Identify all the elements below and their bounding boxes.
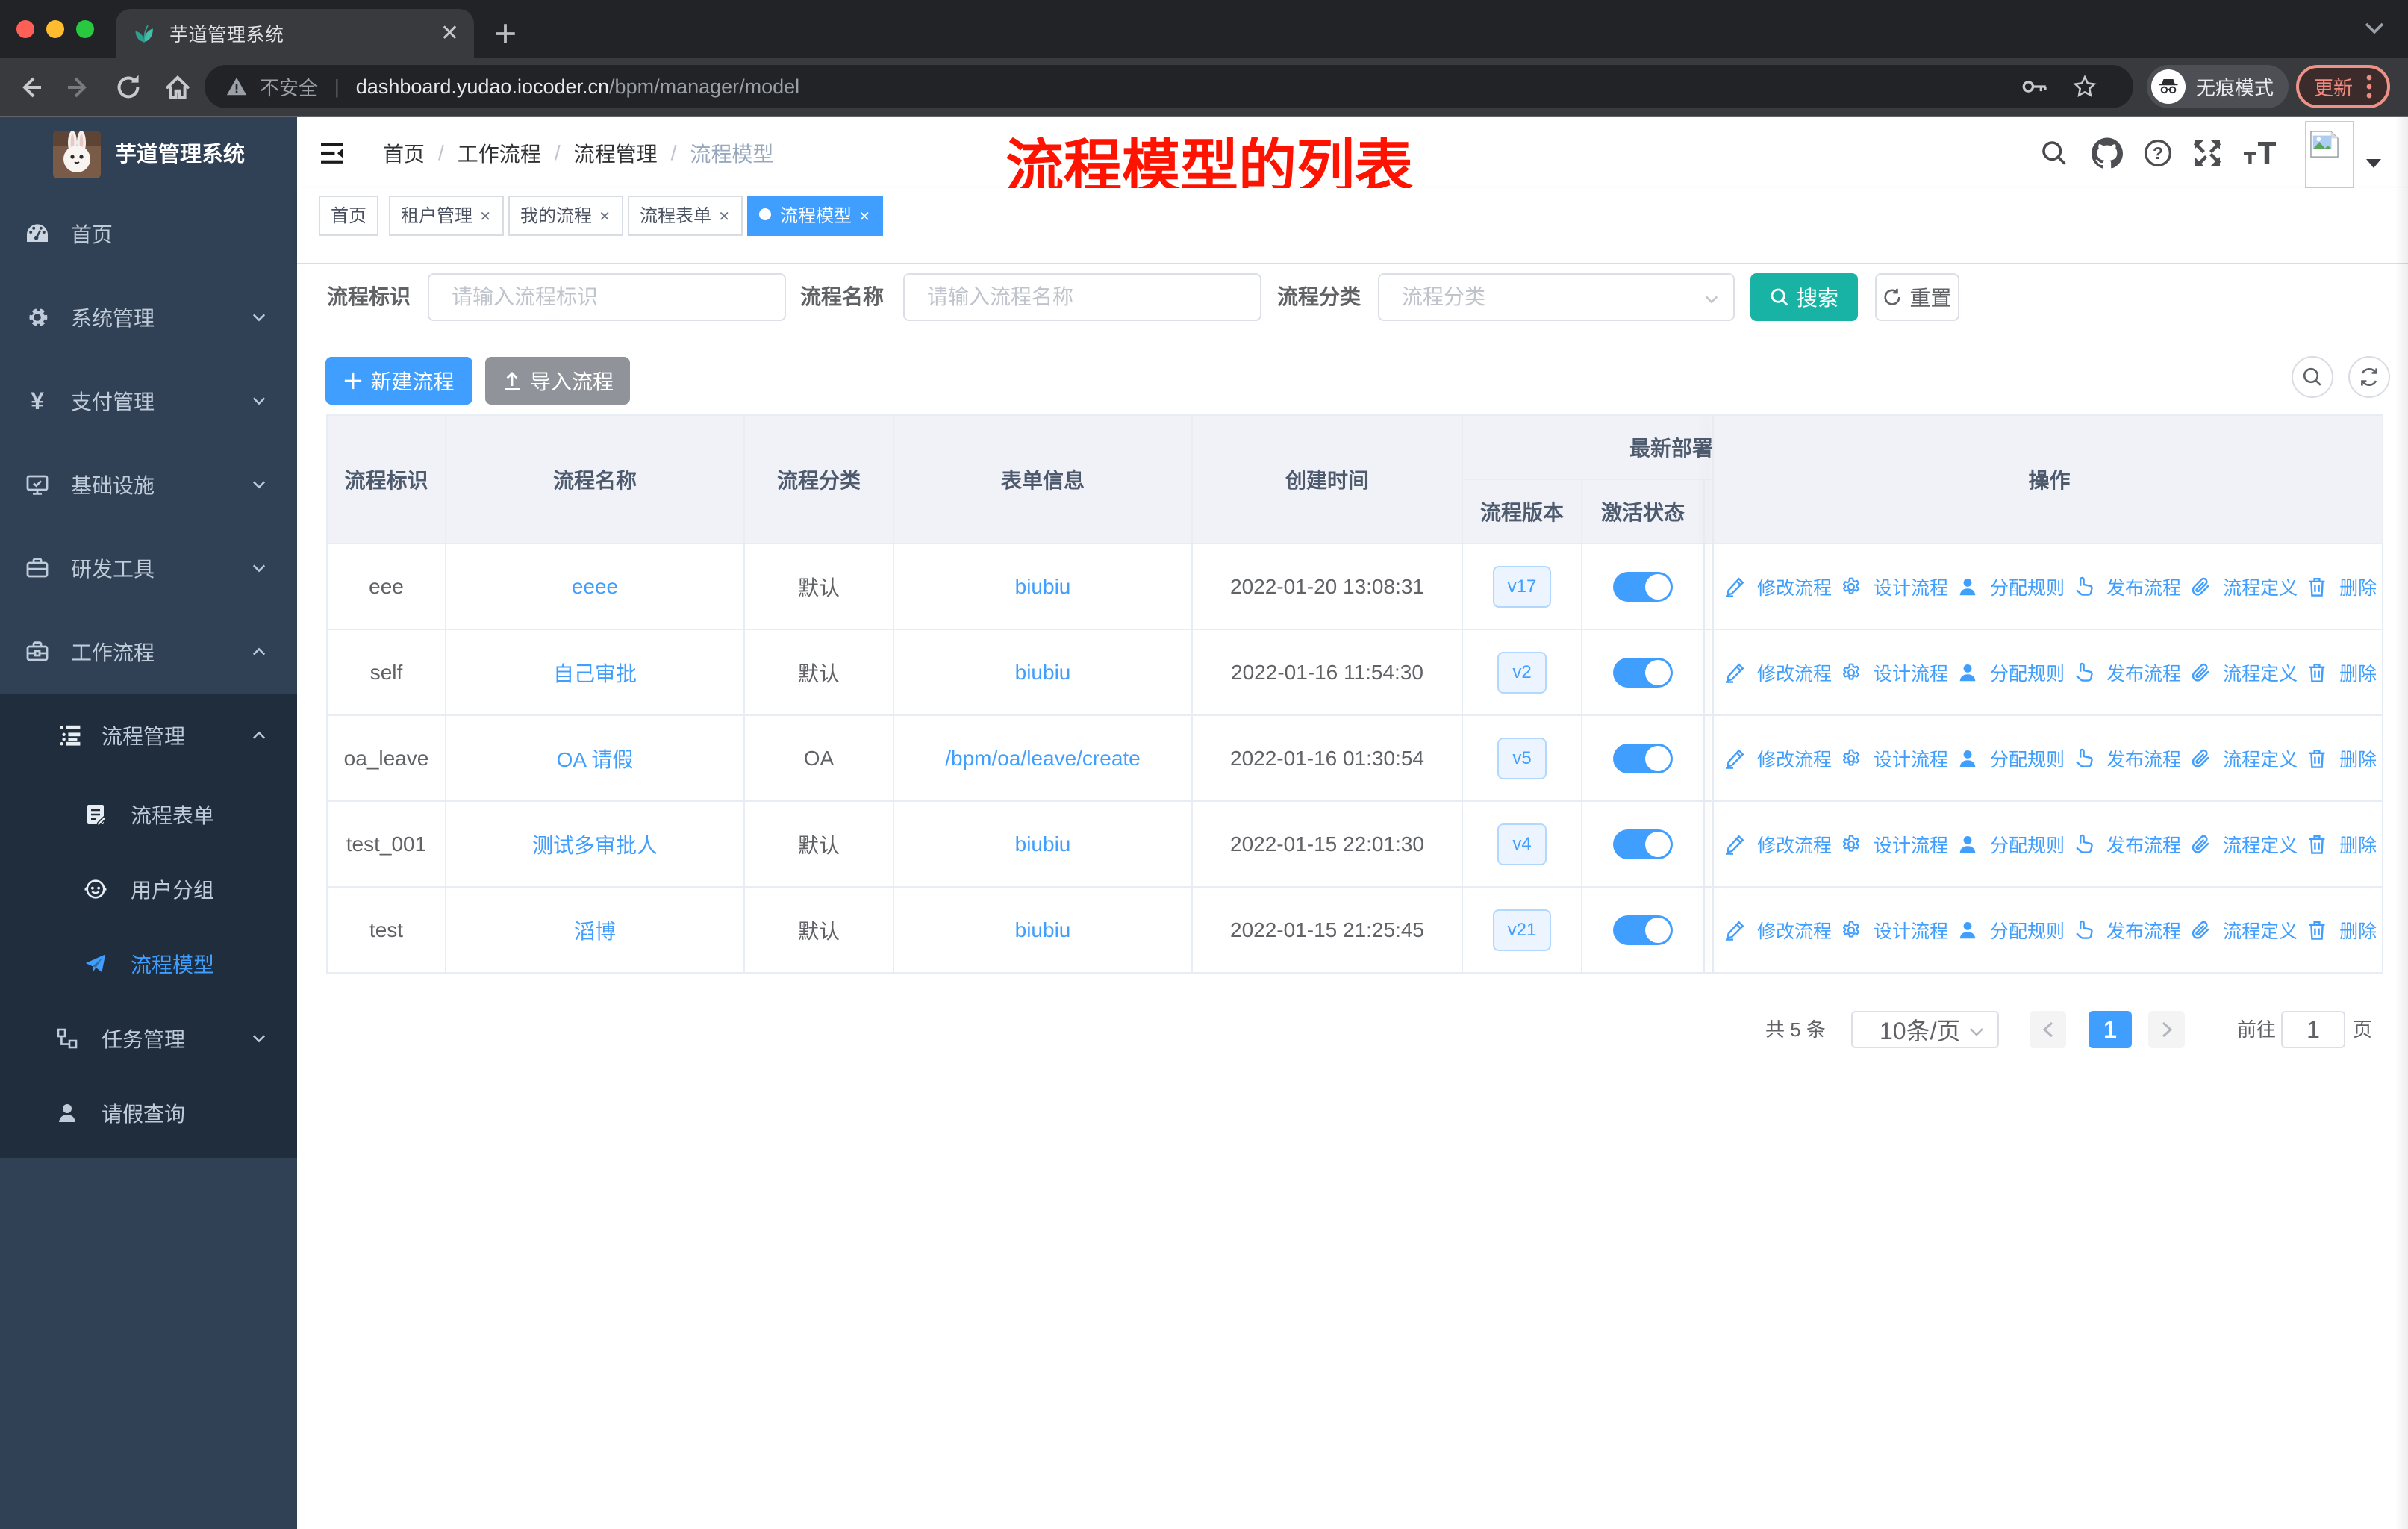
- svg-text:?: ?: [2153, 143, 2163, 163]
